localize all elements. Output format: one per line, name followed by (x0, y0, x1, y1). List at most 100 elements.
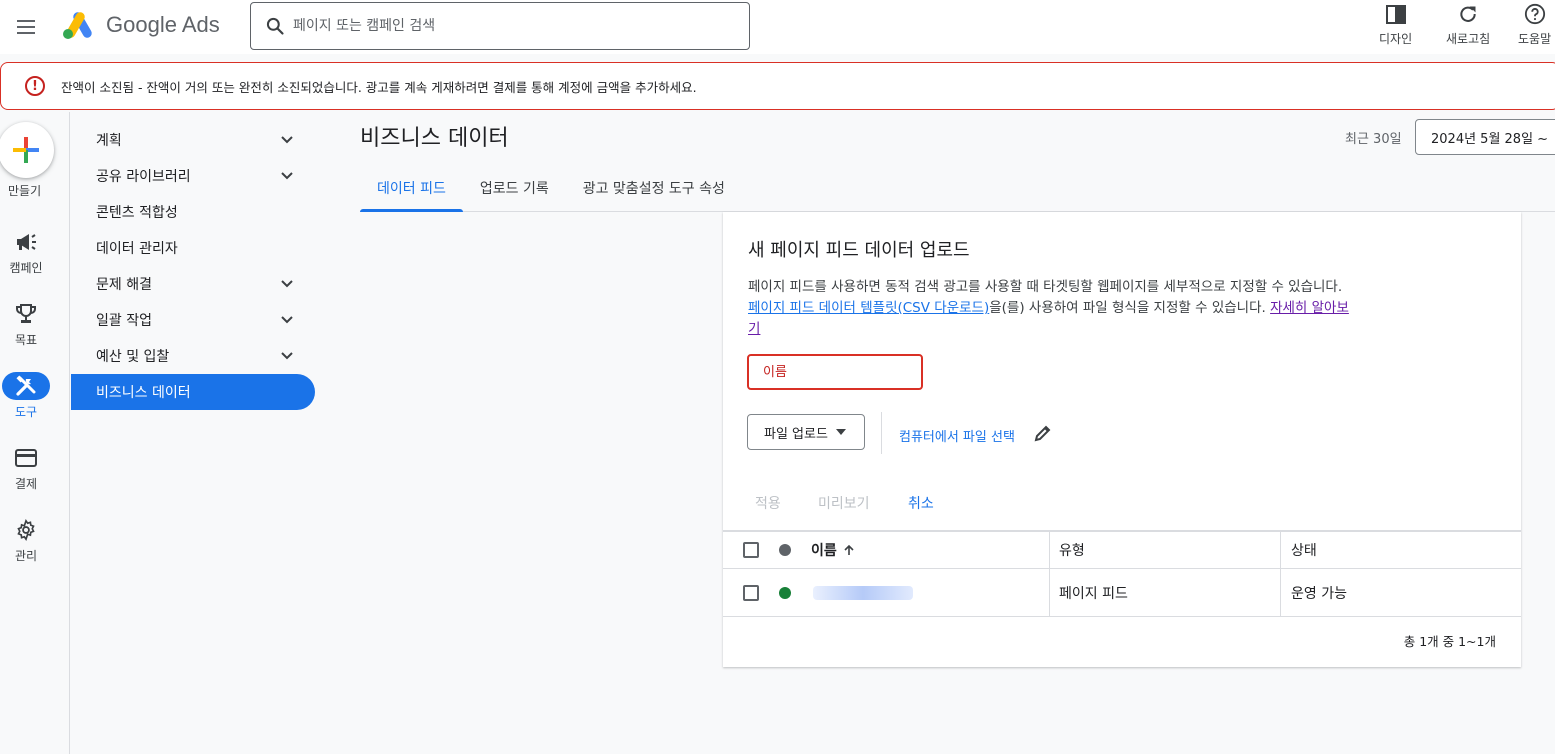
table-footer: 총 1개 중 1~1개 (723, 616, 1521, 664)
help-button[interactable]: 도움말 (1518, 2, 1551, 47)
rail-item-admin[interactable]: 관리 (0, 516, 52, 564)
appearance-button[interactable]: 디자인 (1379, 2, 1412, 47)
column-label: 유형 (1059, 543, 1085, 559)
date-range-value: 2024년 5월 28일 ~ (1431, 131, 1549, 147)
select-all-checkbox[interactable] (743, 542, 759, 558)
chevron-down-icon (281, 352, 293, 360)
card-title: 새 페이지 피드 데이터 업로드 (748, 240, 970, 261)
search-box[interactable] (250, 2, 750, 50)
refresh-button[interactable]: 새로고침 (1446, 2, 1490, 47)
file-upload-dropdown[interactable]: 파일 업로드 (747, 414, 865, 450)
tab-label: 데이터 피드 (377, 180, 446, 197)
apply-button[interactable]: 적용 (755, 493, 781, 513)
subnav-label: 예산 및 입찰 (96, 349, 170, 365)
subnav-label: 문제 해결 (96, 277, 152, 293)
cancel-button[interactable]: 취소 (908, 493, 934, 513)
balance-alert-banner: ! 잔액이 소진됨 - 잔액이 거의 또는 완전히 소진되었습니다. 광고를 계… (0, 62, 1555, 110)
subnav-item-business-data[interactable]: 비즈니스 데이터 (71, 374, 315, 410)
template-download-link[interactable]: 페이지 피드 데이터 템플릿(CSV 다운로드) (748, 300, 989, 316)
subnav-label: 계획 (96, 133, 122, 149)
choose-file-link[interactable]: 컴퓨터에서 파일 선택 (899, 426, 1015, 445)
main-menu-icon[interactable] (14, 15, 38, 39)
google-ads-logo[interactable]: Google Ads (62, 10, 220, 40)
tools-icon (16, 375, 36, 396)
date-range-label: 최근 30일 (1345, 132, 1402, 147)
error-icon: ! (25, 76, 45, 96)
search-input[interactable] (293, 18, 713, 34)
rail-label-goals: 목표 (14, 333, 38, 347)
column-label: 이름 (811, 543, 837, 559)
rail-label-campaigns: 캠페인 (9, 261, 43, 275)
tab-upload-history[interactable]: 업로드 기록 (463, 164, 566, 211)
column-header-status[interactable]: 상태 (1291, 532, 1317, 568)
divider (881, 412, 882, 454)
trophy-icon (16, 304, 36, 323)
tab-data-feeds[interactable]: 데이터 피드 (360, 164, 463, 212)
pencil-icon[interactable] (1033, 423, 1053, 443)
tab-bar: 데이터 피드 업로드 기록 광고 맞춤설정 도구 속성 (360, 164, 1555, 212)
rail-item-billing[interactable]: 결제 (0, 444, 52, 492)
preview-button[interactable]: 미리보기 (818, 493, 870, 513)
subnav-item-budgets-bidding[interactable]: 예산 및 입찰 (71, 338, 315, 374)
plus-icon (13, 137, 39, 163)
appearance-label: 디자인 (1379, 32, 1413, 46)
status-column-icon (779, 544, 791, 556)
page-title: 비즈니스 데이터 (360, 126, 509, 151)
credit-card-icon (15, 449, 37, 467)
rail-item-tools[interactable]: 도구 (0, 372, 52, 420)
row-checkbox[interactable] (743, 584, 759, 601)
table-row[interactable]: 페이지 피드 운영 가능 (723, 568, 1521, 616)
create-button[interactable] (0, 122, 54, 178)
tab-ad-customizer-attributes[interactable]: 광고 맞춤설정 도구 속성 (566, 164, 742, 211)
rail-item-campaigns[interactable]: 캠페인 (0, 228, 52, 276)
feed-name-input[interactable] (747, 354, 923, 390)
subnav-item-bulk-actions[interactable]: 일괄 작업 (71, 302, 315, 338)
feed-type: 페이지 피드 (1059, 585, 1128, 602)
subnav-item-content-suitability[interactable]: 콘텐츠 적합성 (71, 194, 315, 230)
tools-subnav: 계획 공유 라이브러리 콘텐츠 적합성 데이터 관리자 문제 해결 일괄 작업 … (71, 112, 321, 410)
feeds-table: 이름 유형 상태 페이지 피드 운영 가능 총 1개 중 1~1개 (723, 530, 1521, 664)
tab-label: 업로드 기록 (479, 180, 549, 197)
column-label: 상태 (1291, 543, 1317, 559)
dropdown-arrow-icon (835, 429, 846, 435)
subnav-item-troubleshooting[interactable]: 문제 해결 (71, 266, 315, 302)
chevron-down-icon (281, 172, 293, 180)
refresh-label: 새로고침 (1446, 32, 1491, 46)
navigation-rail: 만들기 캠페인 목표 도구 결제 관리 (0, 112, 70, 754)
appearance-icon (1385, 5, 1406, 24)
rail-label-tools: 도구 (14, 405, 38, 419)
google-ads-logo-icon (63, 12, 92, 39)
alert-text: 잔액이 소진됨 - 잔액이 거의 또는 완전히 소진되었습니다. 광고를 계속 … (61, 79, 697, 95)
megaphone-icon (17, 234, 36, 250)
desc-text-2: 을(를) 사용하여 파일 형식을 지정할 수 있습니다. (989, 300, 1271, 316)
page-feed-upload-card: 새 페이지 피드 데이터 업로드 페이지 피드를 사용하면 동적 검색 광고를 … (723, 212, 1521, 667)
subnav-label: 공유 라이브러리 (96, 169, 191, 185)
desc-text-1: 페이지 피드를 사용하면 동적 검색 광고를 사용할 때 타겟팅할 웹페이지를 … (748, 279, 1343, 295)
subnav-item-data-manager[interactable]: 데이터 관리자 (71, 230, 315, 266)
subnav-label: 데이터 관리자 (96, 241, 178, 257)
rail-label-billing: 결제 (14, 477, 38, 491)
column-header-type[interactable]: 유형 (1059, 532, 1085, 568)
app-name: Google Ads (106, 12, 220, 37)
subnav-label: 콘텐츠 적합성 (96, 205, 178, 221)
subnav-item-planning[interactable]: 계획 (71, 122, 315, 158)
status-dot (779, 586, 791, 599)
pagination-text: 총 1개 중 1~1개 (1403, 634, 1496, 649)
create-label: 만들기 (8, 184, 42, 198)
refresh-icon (1460, 6, 1476, 22)
upload-dropdown-label: 파일 업로드 (764, 426, 828, 442)
column-header-name[interactable]: 이름 (811, 532, 855, 568)
feed-name-redacted[interactable] (813, 585, 913, 600)
date-range-picker[interactable]: 2024년 5월 28일 ~ (1415, 119, 1555, 155)
feed-status: 운영 가능 (1291, 585, 1347, 602)
subnav-label: 비즈니스 데이터 (96, 385, 191, 401)
rail-item-goals[interactable]: 목표 (0, 300, 52, 348)
rail-label-admin: 관리 (14, 549, 38, 563)
card-description: 페이지 피드를 사용하면 동적 검색 광고를 사용할 때 타겟팅할 웹페이지를 … (748, 277, 1358, 340)
subnav-item-shared-library[interactable]: 공유 라이브러리 (71, 158, 315, 194)
help-label: 도움말 (1518, 32, 1552, 46)
chevron-down-icon (281, 280, 293, 288)
search-icon (266, 17, 284, 35)
chevron-down-icon (281, 316, 293, 324)
table-header-row: 이름 유형 상태 (723, 530, 1521, 568)
